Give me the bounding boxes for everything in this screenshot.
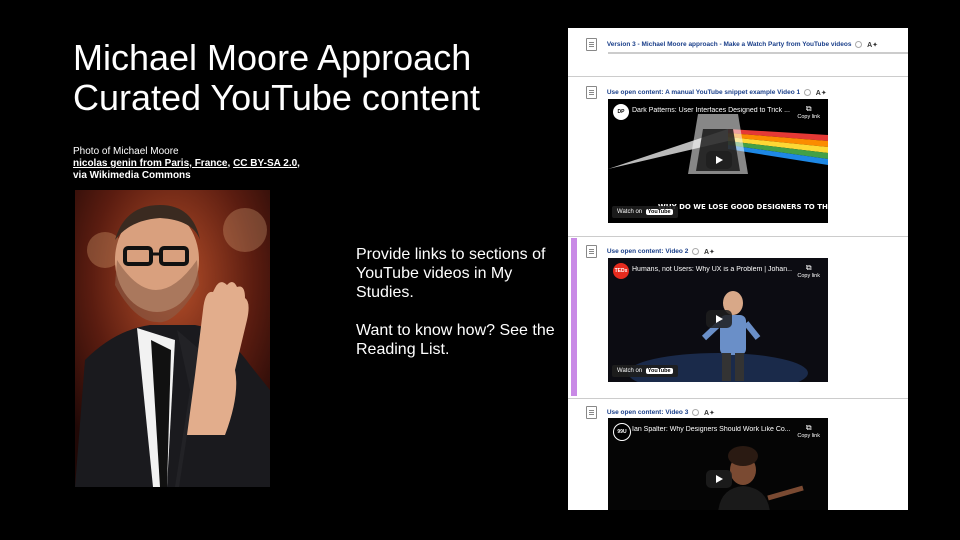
copy-link-button[interactable]: ⧉ Copy link bbox=[797, 424, 820, 440]
ai-icon[interactable]: A✦ bbox=[816, 90, 827, 97]
photo-credit: Photo of Michael Moore nicolas genin fro… bbox=[73, 146, 303, 182]
michael-moore-photo bbox=[75, 190, 270, 487]
page-icon bbox=[586, 406, 597, 419]
page-icon bbox=[586, 38, 597, 51]
play-button-icon[interactable] bbox=[706, 470, 732, 488]
completion-status-icon[interactable] bbox=[692, 409, 700, 416]
divider bbox=[568, 76, 908, 77]
divider bbox=[568, 398, 908, 399]
watch-label: Watch on bbox=[617, 209, 643, 215]
copy-icon: ⧉ bbox=[805, 263, 812, 272]
video-caption: WHY DO WE LOSE GOOD DESIGNERS TO THE DAR… bbox=[658, 203, 828, 211]
ai-icon[interactable]: A✦ bbox=[704, 249, 715, 256]
page-icon bbox=[586, 86, 597, 99]
activity-link[interactable]: Use open content: A manual YouTube snipp… bbox=[607, 89, 800, 96]
play-button-icon[interactable] bbox=[706, 310, 732, 328]
youtube-embed-video2[interactable]: TEDx Humans, not Users: Why UX is a Prob… bbox=[608, 258, 828, 382]
current-item-indicator bbox=[571, 238, 577, 396]
activity-row-version3[interactable]: Version 3 - Michael Moore approach - Mak… bbox=[586, 38, 878, 51]
activity-row-video2[interactable]: Use open content: Video 2 A✦ bbox=[586, 245, 715, 258]
activity-link[interactable]: Use open content: Video 2 bbox=[607, 248, 689, 255]
watch-on-youtube-button[interactable]: Watch on YouTube bbox=[612, 206, 678, 218]
slide-title-line2: Curated YouTube content bbox=[73, 77, 480, 118]
copy-link-label: Copy link bbox=[797, 114, 820, 120]
youtube-embed-video1[interactable]: DP Dark Patterns: User Interfaces Design… bbox=[608, 99, 828, 223]
watch-on-youtube-button[interactable]: Watch on YouTube bbox=[612, 365, 678, 377]
channel-avatar[interactable]: 99U bbox=[613, 423, 631, 441]
slide-title: Michael Moore Approach Curated YouTube c… bbox=[73, 38, 543, 118]
body-paragraph-links: Provide links to sections of YouTube vid… bbox=[356, 246, 546, 301]
copy-icon: ⧉ bbox=[805, 423, 812, 432]
credit-line: Photo of Michael Moore bbox=[73, 146, 179, 157]
copy-link-button[interactable]: ⧉ Copy link bbox=[797, 105, 820, 121]
slide-body: Provide links to sections of YouTube vid… bbox=[356, 245, 561, 378]
completion-status-icon[interactable] bbox=[692, 248, 700, 255]
video-title[interactable]: Ian Spalter: Why Designers Should Work L… bbox=[632, 426, 792, 433]
watch-label: Watch on bbox=[617, 368, 643, 374]
progress-bar bbox=[608, 52, 908, 54]
page-icon bbox=[586, 245, 597, 258]
credit-license-link[interactable]: CC BY-SA 2.0 bbox=[233, 158, 297, 169]
activity-link[interactable]: Use open content: Video 3 bbox=[607, 409, 689, 416]
youtube-embed-video3[interactable]: 99U Ian Spalter: Why Designers Should Wo… bbox=[608, 418, 828, 510]
ai-icon[interactable]: A✦ bbox=[704, 410, 715, 417]
copy-link-label: Copy link bbox=[797, 433, 820, 439]
video-title[interactable]: Dark Patterns: User Interfaces Designed … bbox=[632, 107, 792, 114]
copy-link-label: Copy link bbox=[797, 273, 820, 279]
play-button-icon[interactable] bbox=[706, 151, 732, 169]
channel-avatar[interactable]: TEDx bbox=[613, 263, 629, 279]
youtube-logo-icon: YouTube bbox=[645, 209, 673, 215]
divider bbox=[568, 236, 908, 237]
copy-link-button[interactable]: ⧉ Copy link bbox=[797, 264, 820, 280]
completion-status-icon[interactable] bbox=[803, 89, 811, 96]
body-paragraph-reading-list: Want to know how? See the Reading List. bbox=[356, 322, 555, 358]
channel-avatar[interactable]: DP bbox=[613, 104, 629, 120]
activity-link[interactable]: Version 3 - Michael Moore approach - Mak… bbox=[607, 41, 852, 48]
ai-icon[interactable]: A✦ bbox=[867, 42, 878, 49]
activity-row-video1[interactable]: Use open content: A manual YouTube snipp… bbox=[586, 86, 827, 99]
credit-author-link[interactable]: nicolas genin from Paris, France bbox=[73, 158, 228, 169]
video-title[interactable]: Humans, not Users: Why UX is a Problem |… bbox=[632, 266, 792, 273]
youtube-logo-icon: YouTube bbox=[645, 368, 673, 374]
course-page-screenshot: Version 3 - Michael Moore approach - Mak… bbox=[568, 28, 908, 510]
copy-icon: ⧉ bbox=[805, 104, 812, 113]
slide-title-line1: Michael Moore Approach bbox=[73, 37, 472, 78]
completion-status-icon[interactable] bbox=[855, 41, 863, 48]
